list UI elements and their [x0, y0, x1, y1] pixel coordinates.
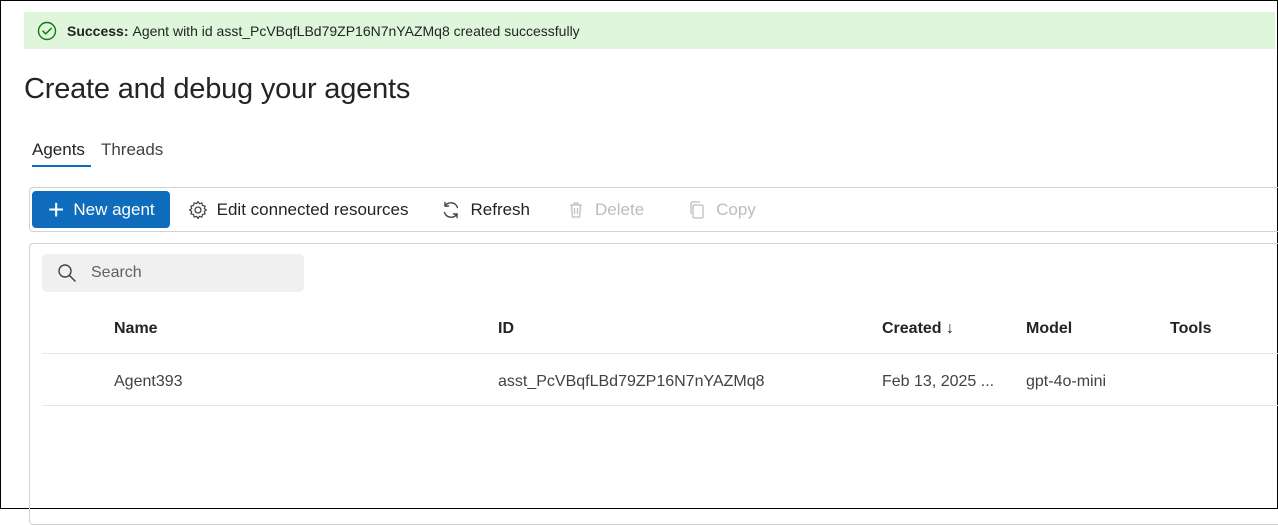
copy-label: Copy — [716, 199, 756, 219]
gear-icon — [187, 199, 209, 221]
tab-agents[interactable]: Agents — [24, 136, 93, 167]
column-header-name[interactable]: Name — [114, 320, 158, 338]
search-input[interactable] — [89, 263, 293, 283]
column-header-id[interactable]: ID — [498, 320, 514, 338]
copy-icon — [686, 199, 708, 221]
cell-name[interactable]: Agent393 — [114, 373, 183, 391]
check-circle-icon — [37, 21, 57, 41]
success-banner: Success: Agent with id asst_PcVBqfLBd79Z… — [24, 12, 1275, 49]
tab-list: Agents Threads — [24, 136, 171, 167]
edit-connected-resources-label: Edit connected resources — [216, 199, 409, 219]
column-header-created[interactable]: Created ↓ — [882, 320, 954, 338]
search-icon — [57, 263, 77, 283]
column-header-model[interactable]: Model — [1026, 320, 1072, 338]
tab-threads[interactable]: Threads — [93, 136, 171, 166]
refresh-button[interactable]: Refresh — [440, 191, 530, 228]
edit-connected-resources-button[interactable]: Edit connected resources — [187, 191, 409, 228]
refresh-label: Refresh — [470, 199, 531, 219]
cell-model: gpt-4o-mini — [1026, 373, 1107, 390]
new-agent-label: New agent — [73, 199, 155, 219]
search-box[interactable] — [42, 254, 304, 292]
cell-created: Feb 13, 2025 ... — [882, 373, 995, 390]
row-divider — [42, 405, 1278, 406]
new-agent-button[interactable]: + New agent — [32, 191, 170, 228]
column-header-tools[interactable]: Tools — [1170, 320, 1211, 338]
page-title: Create and debug your agents — [24, 73, 411, 105]
header-divider — [42, 353, 1278, 354]
trash-icon — [565, 199, 587, 221]
toolbar: + New agent Edit connected resources Ref… — [29, 187, 1278, 232]
agents-panel: Name ID Created ↓ Model Tools Agent393 a… — [29, 243, 1278, 525]
plus-icon: + — [48, 193, 65, 225]
delete-label: Delete — [595, 199, 645, 219]
cell-id: asst_PcVBqfLBd79ZP16N7nYAZMq8 — [498, 373, 765, 390]
refresh-icon — [440, 199, 462, 221]
banner-message: Agent with id asst_PcVBqfLBd79ZP16N7nYAZ… — [132, 22, 580, 39]
banner-title: Success: — [67, 22, 129, 39]
copy-button[interactable]: Copy — [686, 191, 756, 228]
delete-button[interactable]: Delete — [565, 191, 644, 228]
